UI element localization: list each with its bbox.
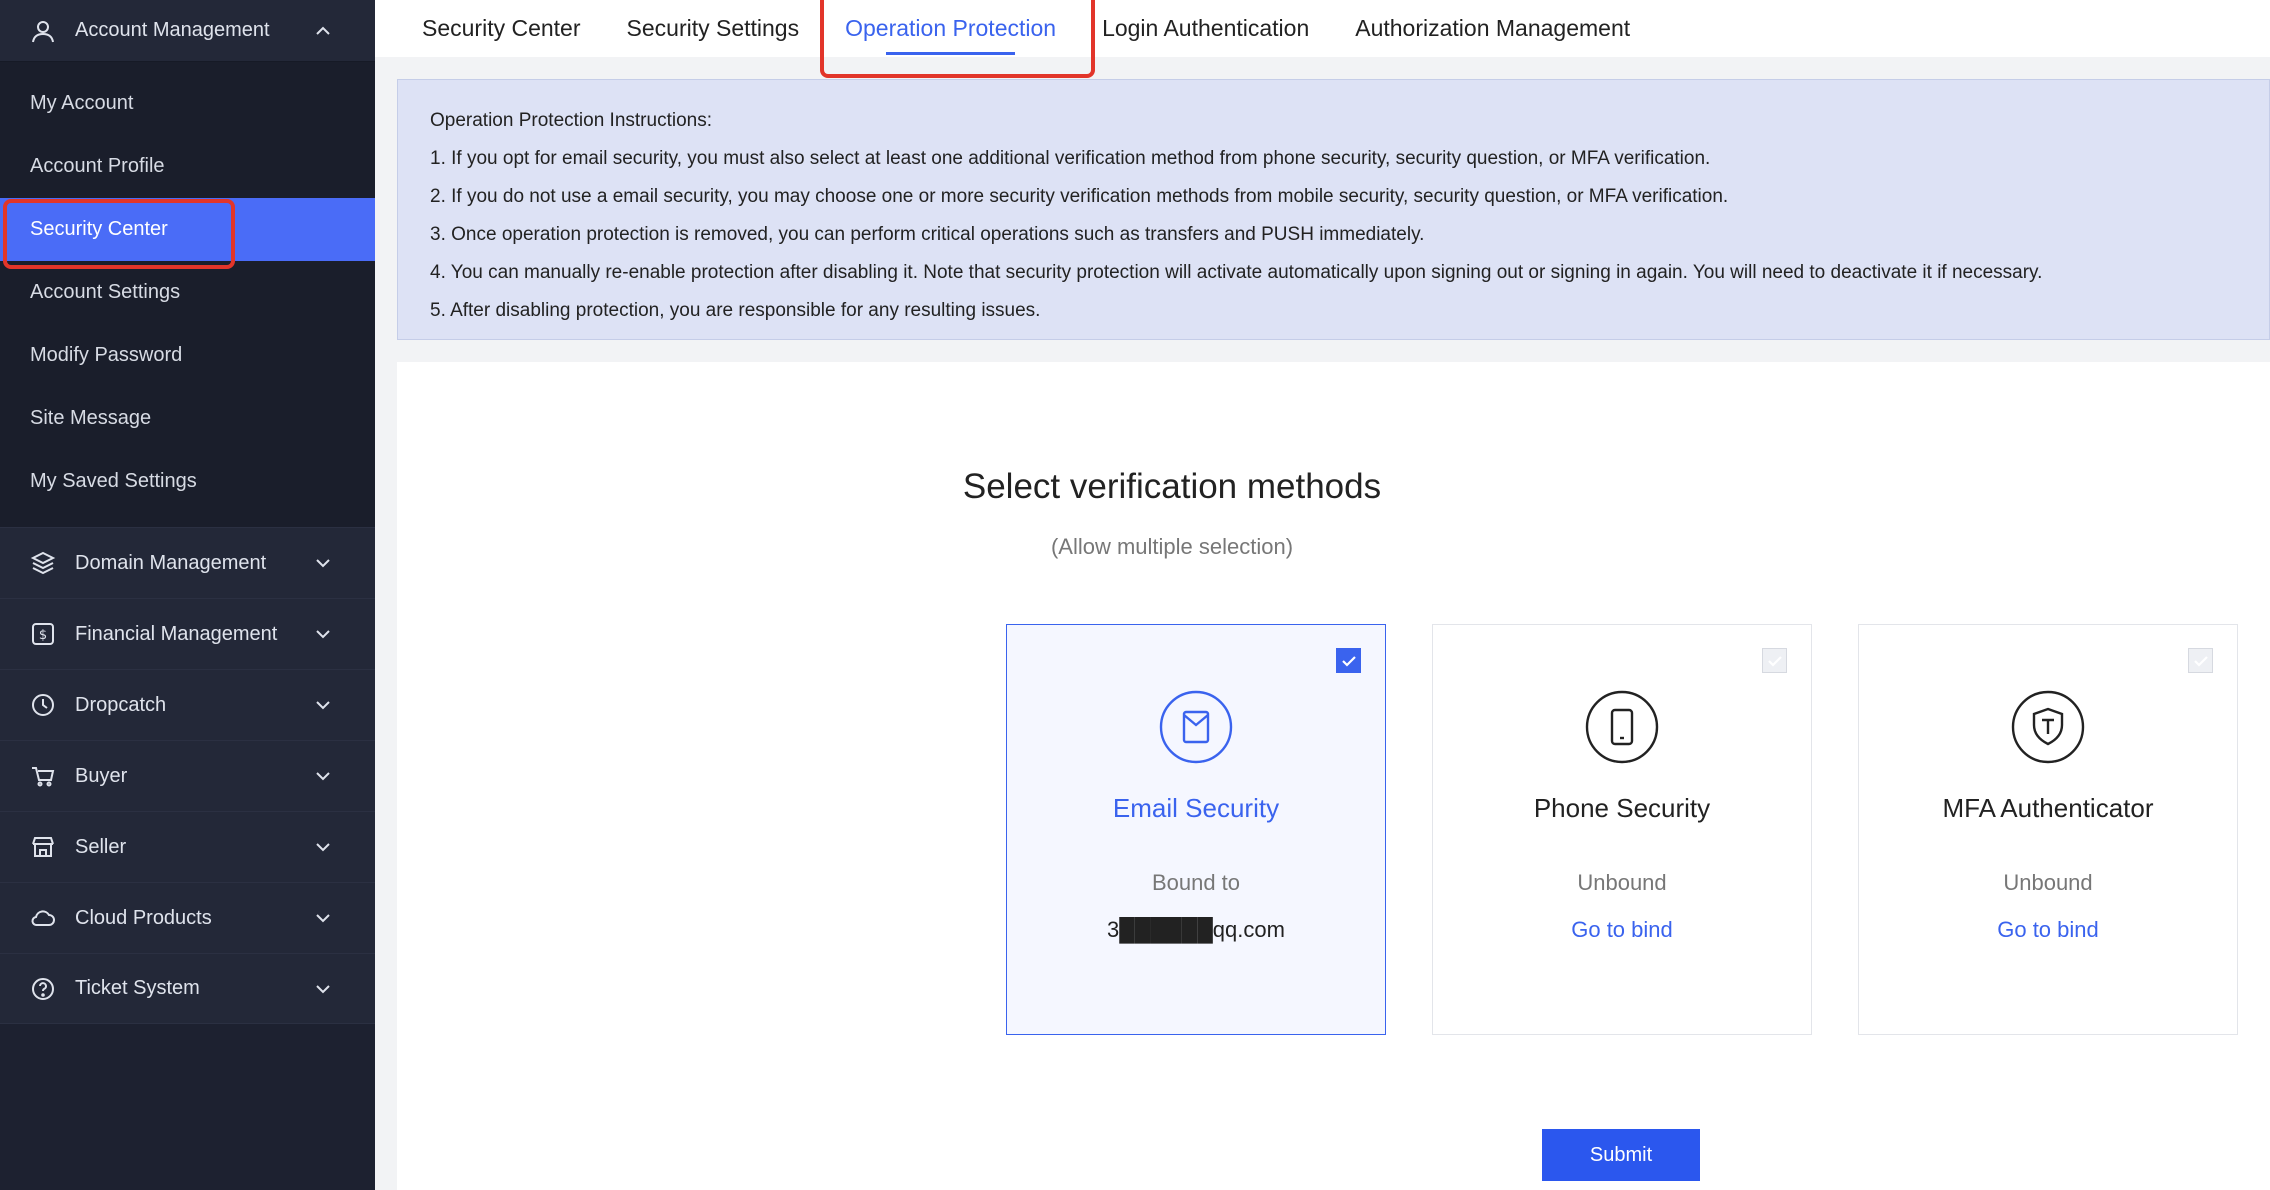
chevron-down-icon: [313, 766, 333, 786]
sidebar-item-security-center[interactable]: Security Center: [0, 198, 375, 261]
sidebar-item-site-message[interactable]: Site Message: [0, 387, 375, 450]
shield-icon: [2011, 690, 2085, 764]
instructions-panel: Operation Protection Instructions: 1. If…: [397, 79, 2270, 340]
sidebar-section-cloud-products[interactable]: Cloud Products: [0, 882, 375, 953]
sidebar-section-label: Cloud Products: [75, 906, 212, 929]
verification-card: Select verification methods (Allow multi…: [397, 362, 2270, 1190]
method-mfa-authenticator[interactable]: MFA Authenticator Unbound Go to bind: [1858, 624, 2238, 1035]
sidebar-item-account-profile[interactable]: Account Profile: [0, 135, 375, 198]
svg-text:$: $: [39, 628, 47, 643]
email-icon: [1159, 690, 1233, 764]
dollar-icon: $: [30, 621, 56, 647]
sidebar-item-modify-password[interactable]: Modify Password: [0, 324, 375, 387]
layers-icon: [30, 550, 56, 576]
chevron-down-icon: [313, 908, 333, 928]
method-status: Bound to: [1151, 870, 1241, 895]
submit-button[interactable]: Submit: [1542, 1129, 1700, 1181]
sidebar-section-dropcatch[interactable]: Dropcatch: [0, 669, 375, 740]
tab-authorization-management[interactable]: Authorization Management: [1355, 0, 1630, 57]
method-status: Unbound: [1577, 870, 1667, 895]
sidebar-section-label: Seller: [75, 835, 127, 858]
store-icon: [30, 834, 56, 860]
sidebar-section-domain-management[interactable]: Domain Management: [0, 527, 375, 598]
sidebar-submenu: My Account Account Profile Security Cent…: [0, 62, 375, 527]
sidebar-section-financial-management[interactable]: $ Financial Management: [0, 598, 375, 669]
sidebar-section-ticket-system[interactable]: Ticket System: [0, 953, 375, 1024]
instructions-line-5: 5. After disabling protection, you are r…: [430, 300, 1041, 321]
sidebar-section-seller[interactable]: Seller: [0, 811, 375, 882]
sidebar-section-label: Buyer: [75, 764, 128, 787]
go-to-bind-link[interactable]: Go to bind: [1859, 917, 2237, 943]
sidebar-group-label: Account Management: [75, 19, 270, 41]
page-subtitle: (Allow multiple selection): [1050, 534, 1294, 559]
instructions-line-3: 3. Once operation protection is removed,…: [430, 224, 1425, 245]
instructions-line-1: 1. If you opt for email security, you mu…: [430, 148, 1711, 169]
user-icon: [30, 18, 56, 44]
chevron-down-icon: [313, 837, 333, 857]
sidebar-section-buyer[interactable]: Buyer: [0, 740, 375, 811]
chevron-down-icon: [313, 979, 333, 999]
chevron-down-icon: [313, 553, 333, 573]
phone-icon: [1585, 690, 1659, 764]
instructions-line-4: 4. You can manually re-enable protection…: [430, 262, 2043, 283]
sidebar-section-label: Ticket System: [75, 977, 200, 999]
instructions-title: Operation Protection Instructions:: [430, 110, 712, 131]
help-icon: [30, 976, 56, 1002]
sidebar-item-my-saved-settings[interactable]: My Saved Settings: [0, 450, 375, 513]
top-tab-bar: Security Center Security Settings Operat…: [375, 0, 2270, 57]
tab-operation-protection[interactable]: Operation Protection: [845, 0, 1056, 57]
sidebar-item-account-settings[interactable]: Account Settings: [0, 261, 375, 324]
method-title: Phone Security: [1533, 793, 1711, 823]
chevron-up-icon[interactable]: [313, 21, 333, 41]
page-title: Select verification methods: [962, 467, 1382, 506]
method-title: MFA Authenticator: [1942, 793, 2154, 823]
tab-security-settings[interactable]: Security Settings: [627, 0, 800, 57]
sidebar-section-label: Dropcatch: [75, 693, 167, 716]
cloud-icon: [30, 905, 56, 931]
method-phone-security[interactable]: Phone Security Unbound Go to bind: [1432, 624, 1812, 1035]
chevron-down-icon: [313, 624, 333, 644]
clock-icon: [30, 692, 56, 718]
phone-security-checkbox[interactable]: [1762, 648, 1787, 673]
sidebar-section-label: Financial Management: [75, 622, 278, 645]
sidebar-section-label: Domain Management: [75, 551, 267, 574]
email-security-checkbox[interactable]: [1336, 648, 1361, 673]
sidebar: Account Management My Account Account Pr…: [0, 0, 375, 1190]
go-to-bind-link[interactable]: Go to bind: [1433, 917, 1811, 943]
sidebar-group-account-management[interactable]: Account Management: [0, 0, 375, 62]
mfa-checkbox[interactable]: [2188, 648, 2213, 673]
chevron-down-icon: [313, 695, 333, 715]
tab-login-authentication[interactable]: Login Authentication: [1102, 0, 1309, 57]
sidebar-item-my-account[interactable]: My Account: [0, 72, 375, 135]
method-title: Email Security: [1112, 793, 1280, 823]
method-email-security[interactable]: Email Security Bound to 3██████qq.com: [1006, 624, 1386, 1035]
bound-email-value: 3██████qq.com: [1107, 917, 1285, 942]
tab-security-center[interactable]: Security Center: [422, 0, 581, 57]
app-root: Account Management My Account Account Pr…: [0, 0, 2270, 1190]
method-status: Unbound: [2003, 870, 2093, 895]
instructions-line-2: 2. If you do not use a email security, y…: [430, 186, 1729, 207]
cart-icon: [30, 763, 56, 789]
